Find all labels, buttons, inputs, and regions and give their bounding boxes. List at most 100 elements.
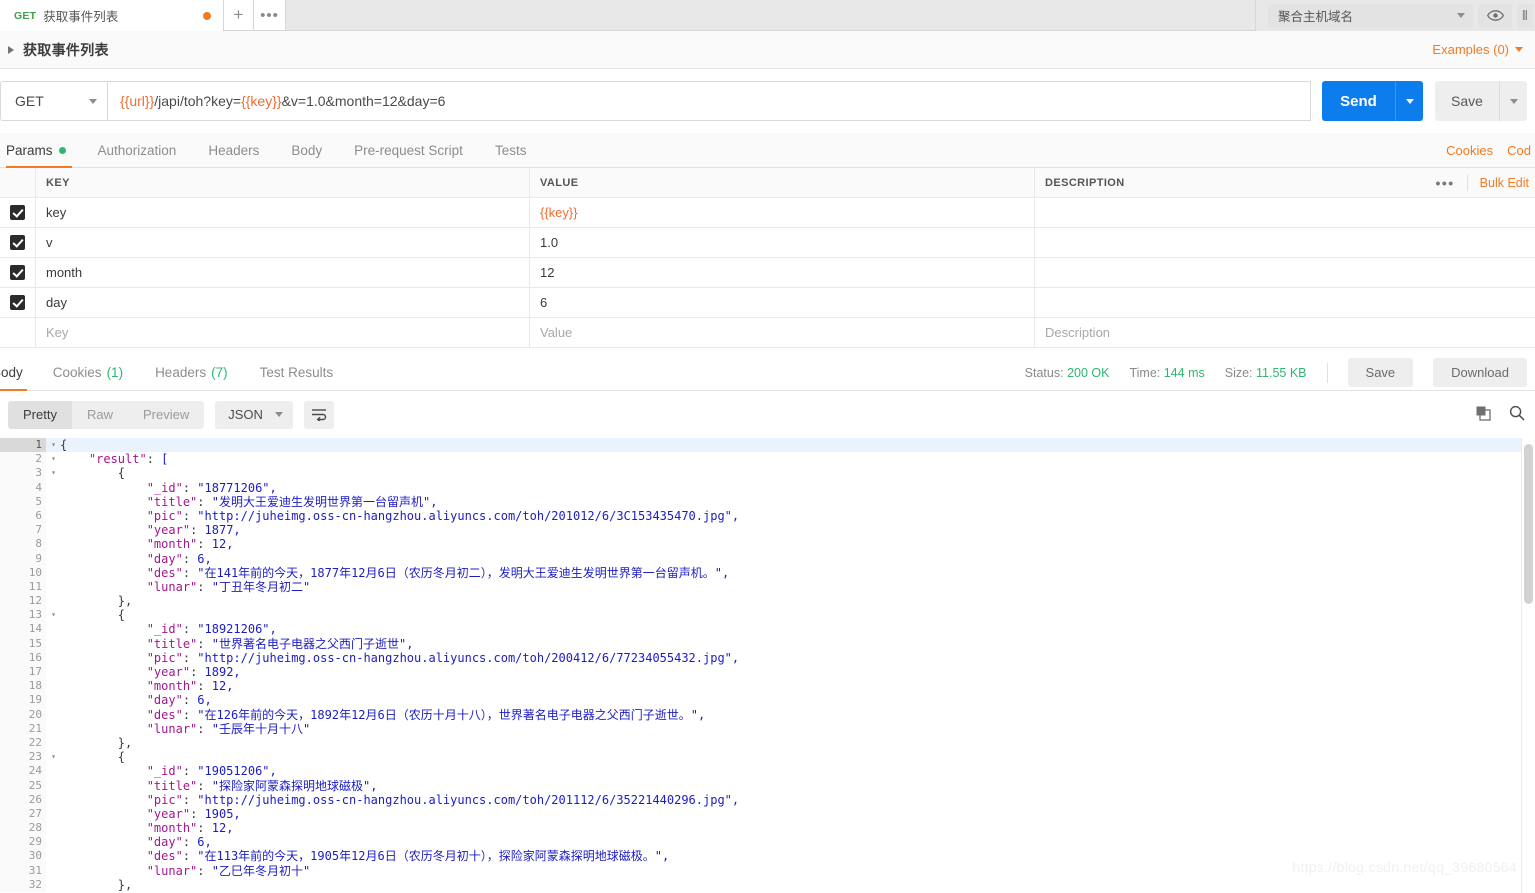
- response-body-code[interactable]: 1 ▾{2 ▾ "result": [3 ▾ {4 "_id": "18771206"…: [0, 438, 1535, 893]
- wrap-lines-button[interactable]: [303, 400, 334, 429]
- row-description[interactable]: [1035, 228, 1535, 257]
- row-checkbox-cell[interactable]: [0, 288, 36, 317]
- code-link[interactable]: Cod: [1507, 143, 1531, 158]
- examples-link[interactable]: Examples (0): [1432, 42, 1523, 57]
- row-key[interactable]: key: [36, 198, 530, 227]
- new-description-input[interactable]: Description: [1035, 318, 1535, 347]
- code-line[interactable]: 5 "title": "发明大王爱迪生发明世界第一台留声机",: [0, 494, 1535, 509]
- new-key-input[interactable]: Key: [36, 318, 530, 347]
- response-tab-body[interactable]: Body: [0, 355, 37, 391]
- http-method-select[interactable]: GET: [0, 81, 108, 121]
- code-line[interactable]: 20 "des": "在126年前的今天，1892年12月6日（农历十月十八），…: [0, 707, 1535, 722]
- new-tab-button[interactable]: +: [224, 0, 254, 30]
- table-row[interactable]: v 1.0: [0, 228, 1535, 258]
- code-line[interactable]: 15 "title": "世界著名电子电器之父西门子逝世",: [0, 636, 1535, 651]
- checkbox-checked-icon[interactable]: [10, 205, 25, 220]
- row-key[interactable]: day: [36, 288, 530, 317]
- fold-toggle-icon[interactable]: ▾: [46, 452, 56, 466]
- tab-body[interactable]: Body: [275, 133, 338, 167]
- table-row[interactable]: day 6: [0, 288, 1535, 318]
- code-line[interactable]: 22 },: [0, 735, 1535, 751]
- fold-toggle-icon[interactable]: ▾: [46, 750, 56, 764]
- table-row-empty[interactable]: Key Value Description: [0, 318, 1535, 348]
- code-line[interactable]: 17 "year": 1892,: [0, 665, 1535, 680]
- environment-select[interactable]: 聚合主机域名: [1268, 3, 1473, 28]
- code-line[interactable]: 8 "month": 12,: [0, 537, 1535, 552]
- view-mode-preview[interactable]: Preview: [128, 401, 204, 429]
- send-options-button[interactable]: [1395, 81, 1423, 121]
- code-line[interactable]: 25 "title": "探险家阿蒙森探明地球磁极",: [0, 778, 1535, 793]
- code-line[interactable]: 26 "pic": "http://juheimg.oss-cn-hangzho…: [0, 792, 1535, 807]
- code-line[interactable]: 32 },: [0, 877, 1535, 892]
- row-checkbox-cell[interactable]: [0, 198, 36, 227]
- code-line[interactable]: 2 ▾ "result": [: [0, 452, 1535, 467]
- response-tab-headers[interactable]: Headers (7): [139, 355, 244, 390]
- row-value[interactable]: 1.0: [530, 228, 1035, 257]
- row-description[interactable]: [1035, 288, 1535, 317]
- copy-button[interactable]: [1476, 406, 1491, 424]
- row-checkbox-cell[interactable]: [0, 258, 36, 287]
- save-options-button[interactable]: [1499, 81, 1527, 121]
- code-line[interactable]: 28 "month": 12,: [0, 821, 1535, 836]
- tab-headers[interactable]: Headers: [192, 133, 275, 167]
- code-line[interactable]: 19 "day": 6,: [0, 693, 1535, 708]
- code-line[interactable]: 3 ▾ {: [0, 466, 1535, 481]
- cookies-link[interactable]: Cookies: [1446, 143, 1493, 158]
- code-line[interactable]: 6 "pic": "http://juheimg.oss-cn-hangzhou…: [0, 508, 1535, 524]
- send-button[interactable]: Send: [1322, 81, 1395, 121]
- save-response-button[interactable]: Save: [1347, 358, 1414, 387]
- code-line[interactable]: 27 "year": 1905,: [0, 806, 1535, 822]
- checkbox-checked-icon[interactable]: [10, 235, 25, 250]
- expand-triangle-icon[interactable]: [8, 45, 14, 54]
- response-tab-cookies[interactable]: Cookies (1): [37, 355, 139, 390]
- code-line[interactable]: 13 ▾ {: [0, 608, 1535, 623]
- table-row[interactable]: month 12: [0, 258, 1535, 288]
- checkbox-checked-icon[interactable]: [10, 295, 25, 310]
- row-checkbox-cell[interactable]: [0, 228, 36, 257]
- params-more-options-button[interactable]: •••: [1423, 174, 1468, 191]
- tab-tests[interactable]: Tests: [479, 133, 543, 167]
- code-line[interactable]: 7 "year": 1877,: [0, 523, 1535, 538]
- code-line[interactable]: 29 "day": 6,: [0, 835, 1535, 850]
- row-key[interactable]: month: [36, 258, 530, 287]
- code-line[interactable]: 21 "lunar": "壬辰年十月十八": [0, 721, 1535, 736]
- environment-manage-button[interactable]: ⦀: [1517, 3, 1533, 28]
- code-line[interactable]: 1 ▾ {: [0, 438, 1535, 453]
- code-line[interactable]: 24 "_id": "19051206",: [0, 764, 1535, 779]
- row-value[interactable]: 6: [530, 288, 1035, 317]
- bulk-edit-button[interactable]: Bulk Edit: [1468, 176, 1535, 190]
- tab-authorization[interactable]: Authorization: [82, 133, 193, 167]
- code-line[interactable]: 14 "_id": "18921206",: [0, 622, 1535, 637]
- table-row[interactable]: key {{key}}: [0, 198, 1535, 228]
- row-description[interactable]: [1035, 258, 1535, 287]
- tab-pre-request-script[interactable]: Pre-request Script: [338, 133, 479, 167]
- row-description[interactable]: [1035, 198, 1535, 227]
- tab-options-button[interactable]: •••: [254, 0, 286, 30]
- new-value-input[interactable]: Value: [530, 318, 1035, 347]
- fold-toggle-icon[interactable]: ▾: [46, 466, 56, 480]
- request-tab[interactable]: GET 获取事件列表: [0, 0, 224, 31]
- row-checkbox-cell[interactable]: [0, 318, 36, 347]
- fold-toggle-icon[interactable]: ▾: [46, 438, 56, 452]
- checkbox-checked-icon[interactable]: [10, 265, 25, 280]
- save-request-button[interactable]: Save: [1435, 81, 1499, 121]
- scrollbar-thumb[interactable]: [1524, 444, 1533, 604]
- code-line[interactable]: 4 "_id": "18771206",: [0, 480, 1535, 495]
- code-line[interactable]: 18 "month": 12,: [0, 679, 1535, 694]
- code-line[interactable]: 10 "des": "在141年前的今天，1877年12月6日（农历冬月初二），…: [0, 565, 1535, 580]
- code-line[interactable]: 12 },: [0, 594, 1535, 609]
- search-button[interactable]: [1509, 405, 1525, 424]
- response-scrollbar[interactable]: [1521, 438, 1535, 893]
- url-input[interactable]: {{url}}/japi/toh?key= {{key}} &v=1.0&month…: [108, 81, 1311, 121]
- response-format-select[interactable]: JSON: [215, 400, 293, 429]
- view-mode-raw[interactable]: Raw: [72, 401, 128, 429]
- response-tab-test-results[interactable]: Test Results: [244, 355, 350, 390]
- row-value[interactable]: {{key}}: [530, 198, 1035, 227]
- code-line[interactable]: 16 "pic": "http://juheimg.oss-cn-hangzho…: [0, 650, 1535, 665]
- view-mode-pretty[interactable]: Pretty: [8, 400, 72, 429]
- code-line[interactable]: 23 ▾ {: [0, 750, 1535, 765]
- code-line[interactable]: 11 "lunar": "丁丑年冬月初二": [0, 579, 1535, 595]
- fold-toggle-icon[interactable]: ▾: [46, 608, 56, 622]
- environment-quick-look-button[interactable]: [1478, 3, 1512, 28]
- tab-params[interactable]: Params: [0, 133, 82, 168]
